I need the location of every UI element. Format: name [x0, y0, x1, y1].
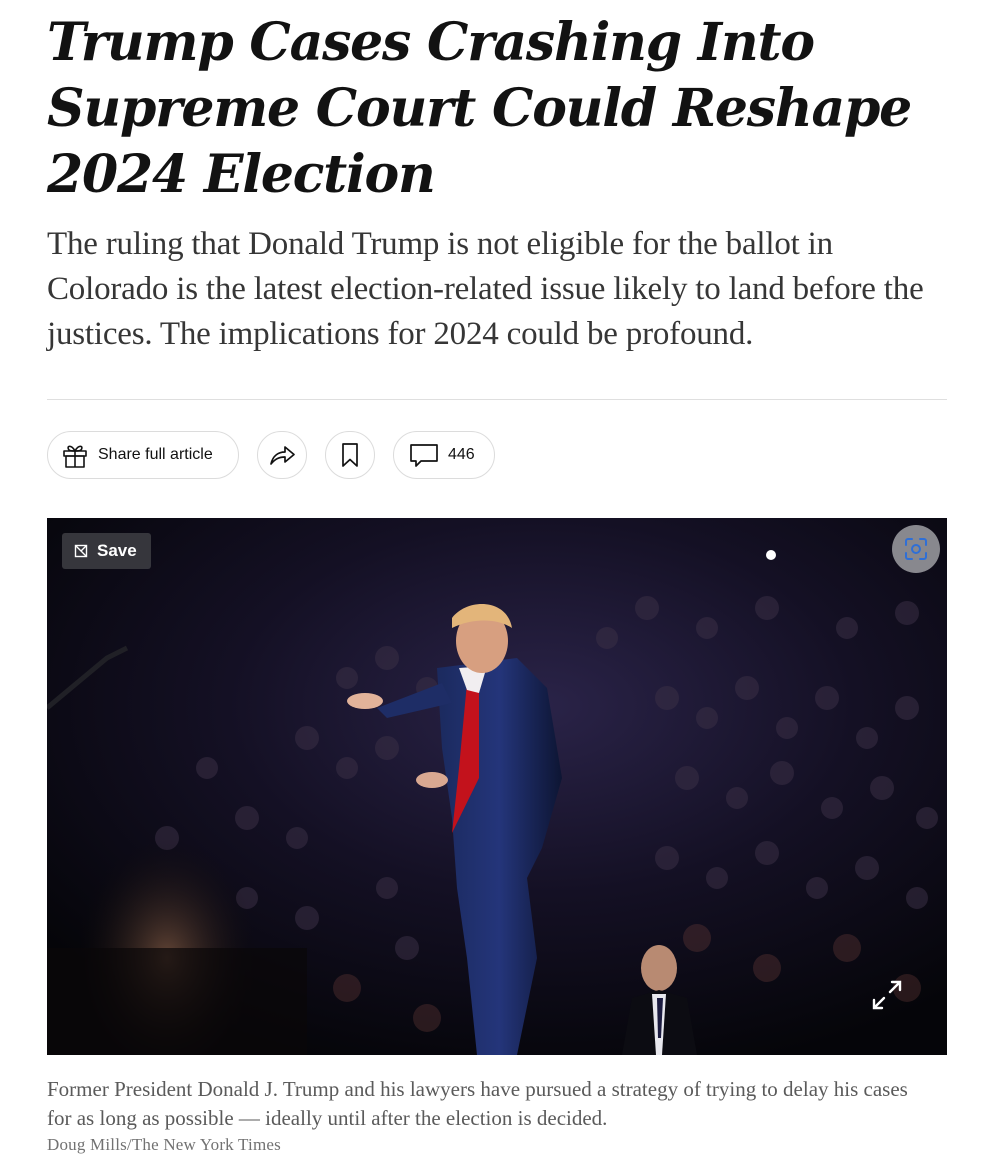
lead-photo: Save — [47, 518, 947, 1055]
article-summary: The ruling that Donald Trump is not elig… — [47, 226, 924, 352]
expand-image-button[interactable] — [869, 977, 905, 1013]
comment-icon — [408, 440, 440, 470]
bookmark-icon — [337, 441, 363, 469]
rally-photo — [47, 518, 947, 1055]
comment-count: 446 — [448, 446, 475, 463]
save-icon — [74, 544, 88, 558]
photo-caption: Former President Donald J. Trump and his… — [47, 1077, 908, 1130]
save-image-button[interactable]: Save — [62, 533, 151, 569]
share-tools: Share full article 446 — [47, 430, 947, 480]
gift-icon — [60, 440, 90, 470]
article: Trump Cases Crashing Into Supreme Court … — [47, 10, 947, 1155]
divider — [47, 399, 947, 400]
headline: Trump Cases Crashing Into Supreme Court … — [47, 12, 912, 205]
share-button[interactable] — [257, 431, 307, 479]
share-full-article-label: Share full article — [98, 446, 213, 463]
bookmark-button[interactable] — [325, 431, 375, 479]
scan-icon — [903, 536, 929, 562]
share-full-article-button[interactable]: Share full article — [47, 431, 239, 479]
scan-image-button[interactable] — [892, 525, 940, 573]
comments-button[interactable]: 446 — [393, 431, 495, 479]
expand-icon — [870, 978, 904, 1012]
save-label: Save — [97, 541, 137, 560]
share-arrow-icon — [267, 440, 297, 470]
photo-credit: Doug Mills/The New York Times — [47, 1135, 281, 1154]
